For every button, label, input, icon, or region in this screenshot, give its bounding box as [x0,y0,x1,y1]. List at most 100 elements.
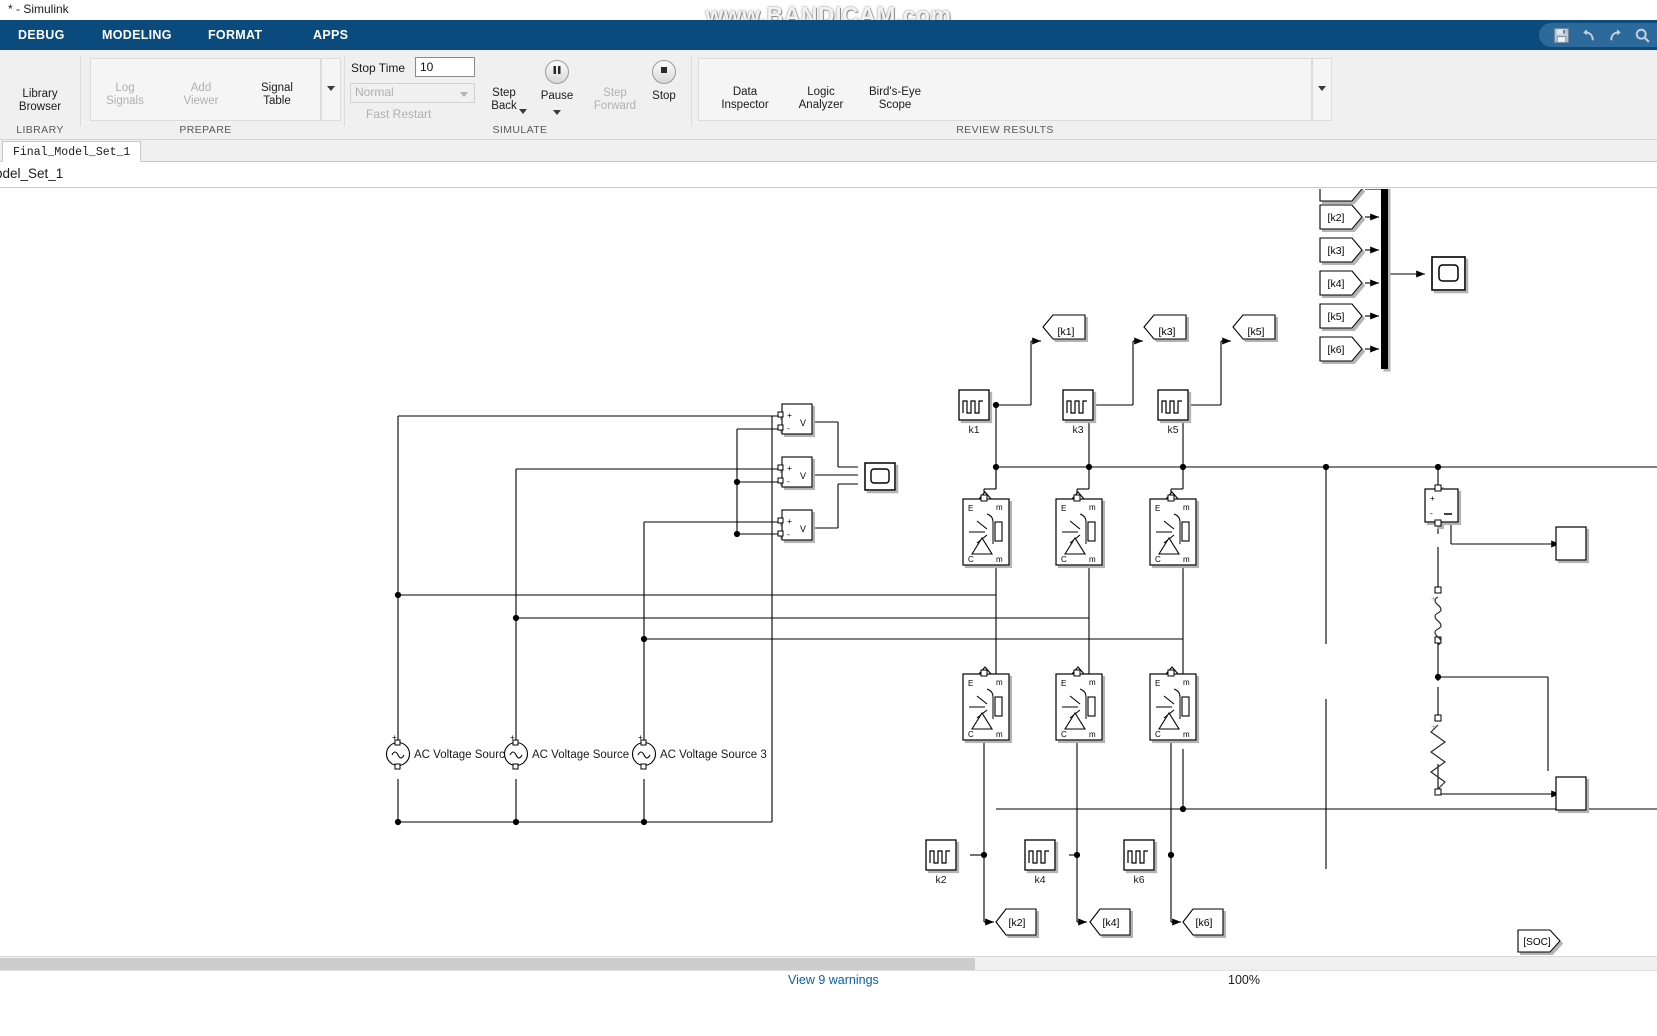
from-tag-k2[interactable]: [k2] [1319,204,1363,230]
stop-time-input[interactable] [415,57,475,77]
data-inspector-button[interactable]: Data Inspector [708,86,782,112]
library-browser-button[interactable]: Library Browser [6,88,74,114]
zoom-level-label[interactable]: 100% [1228,973,1260,987]
goto-tag-k2[interactable]: [k2] [995,908,1037,936]
igbt-port-m: m [1183,678,1190,687]
chevron-down-icon[interactable] [553,110,561,115]
from-tag-k5-label: [k5] [1328,311,1345,323]
igbt-port-c: C [1061,555,1067,564]
log-signals-label-1: Log [115,82,135,94]
library-browser-label-2: Browser [18,101,62,113]
ribbon-tab-apps[interactable]: APPS [303,20,358,50]
from-tag-k3[interactable]: [k3] [1319,237,1363,263]
birds-eye-scope-button[interactable]: Bird's-Eye Scope [856,86,934,112]
from-tag-k5[interactable]: [k5] [1319,303,1363,329]
igbt-lower-2[interactable]: E m C m [1055,666,1103,741]
from-tag-k4[interactable]: [k4] [1319,270,1363,296]
voltage-sensor-2[interactable]: + - V [777,456,813,488]
from-tag-partial[interactable] [1319,189,1363,202]
pulse-generator-k6[interactable] [1123,839,1155,871]
horizontal-scrollbar[interactable] [0,956,1657,970]
inductor-block[interactable]: + [1431,586,1442,646]
data-inspector-label-1: Data [732,86,758,98]
igbt-upper-1[interactable]: E m C m [962,491,1010,566]
ribbon-tab-format[interactable]: FORMAT [198,20,272,50]
sensor-plus: + [787,516,792,526]
from-tag-k6[interactable]: [k6] [1319,336,1363,362]
logic-analyzer-label-2: Analyzer [798,99,844,111]
goto-tag-k6-label: [k6] [1196,917,1213,929]
log-signals-button[interactable]: Log Signals [95,82,155,108]
signal-table-button[interactable]: Signal Table [247,82,307,108]
fast-restart-toggle[interactable]: Fast Restart [366,107,431,121]
ribbon-tab-debug[interactable]: DEBUG [8,20,75,50]
pulse-generator-k4[interactable] [1024,839,1056,871]
mux-block[interactable] [1381,189,1388,369]
pulse-generator-k5[interactable] [1157,389,1189,421]
ribbon-tab-modeling[interactable]: MODELING [92,20,182,50]
chevron-down-icon[interactable] [519,109,527,114]
goto-tag-k5-label: [k5] [1248,326,1265,338]
igbt-port-emitter: m [996,555,1003,564]
igbt-lower-1[interactable]: E m C m [962,666,1010,741]
logic-analyzer-button[interactable]: Logic Analyzer [786,86,856,112]
ribbon-group-simulate: Stop Time Normal Fast Restart Step Back … [345,52,690,138]
igbt-lower-3[interactable]: E m C m [1149,666,1197,741]
goto-tag-k3[interactable]: [k3] [1143,314,1187,340]
pulse-generator-k1[interactable] [958,389,990,421]
svg-text:+: + [510,733,515,742]
pulse-generator-k3[interactable] [1062,389,1094,421]
igbt-port-m: m [1089,678,1096,687]
offscreen-block-right-2[interactable] [1555,776,1587,811]
ac-voltage-source-2[interactable]: + AC Voltage Source 2 [503,733,639,770]
pulse-generator-k2[interactable] [925,839,957,871]
breadcrumb-path[interactable]: lodel_Set_1 [0,166,63,181]
birds-eye-label-1: Bird's-Eye [868,86,922,98]
pause-button[interactable] [545,60,569,84]
igbt-upper-2[interactable]: E m C m [1055,491,1103,566]
signal-table-label-2: Table [263,95,291,107]
model-tab-final-model-set-1[interactable]: Final_Model_Set_1 [2,141,142,162]
sensor-minus: - [787,476,790,486]
horizontal-scrollbar-thumb[interactable] [0,958,975,970]
goto-tag-k4-label: [k4] [1103,917,1120,929]
group-label-prepare: PREPARE [179,124,232,136]
add-viewer-button[interactable]: Add Viewer [171,82,231,108]
scope-block-voltage[interactable] [864,462,896,491]
goto-tag-k1[interactable]: [k1] [1042,314,1086,340]
igbt-port-e: E [968,679,973,688]
ac-voltage-source-3[interactable]: + AC Voltage Source 3 [631,733,767,770]
voltage-sensor-3[interactable]: + - V [777,509,813,541]
save-icon[interactable] [1553,27,1570,44]
warnings-link[interactable]: View 9 warnings [788,973,879,987]
step-forward-label-2: Forward [593,100,637,112]
igbt-upper-3[interactable]: E m C m [1149,491,1197,566]
goto-tag-k6[interactable]: [k6] [1182,908,1224,936]
from-tag-k3-label: [k3] [1328,245,1345,257]
simulation-mode-select[interactable]: Normal [350,83,475,103]
step-forward-button[interactable]: Step Forward [589,87,641,113]
from-tag-soc[interactable]: [SOC] [1517,929,1561,953]
simulink-canvas[interactable]: + AC Voltage Source 1 + AC Voltage Sourc… [0,189,1657,964]
igbt-port-m: m [1089,503,1096,512]
from-tag-k4-label: [k4] [1328,278,1345,290]
status-bar: View 9 warnings 100% [0,970,1657,1036]
redo-icon[interactable] [1607,27,1624,44]
voltage-sensor-1[interactable]: + - V [777,403,813,435]
search-icon[interactable] [1634,27,1651,44]
svg-text:+: + [638,733,643,742]
goto-tag-k5[interactable]: [k5] [1232,314,1276,340]
from-tag-soc-label: [SOC] [1523,937,1550,948]
ac-voltage-source-1[interactable]: + AC Voltage Source 1 [385,733,521,770]
pause-icon [551,63,563,81]
chevron-down-icon [327,86,335,91]
pulse-generator-k1-label: k1 [968,424,979,436]
undo-icon[interactable] [1580,27,1597,44]
stop-button[interactable] [652,60,676,84]
offscreen-block-right-1[interactable] [1555,526,1587,561]
goto-tag-k4[interactable]: [k4] [1089,908,1131,936]
scope-block-gates[interactable] [1431,256,1466,291]
ribbon-toolbar: Library Browser LIBRARY Log Signals Add … [0,50,1657,140]
measurement-block-dc[interactable]: + - [1424,484,1459,527]
igbt-port-c: C [1155,555,1161,564]
